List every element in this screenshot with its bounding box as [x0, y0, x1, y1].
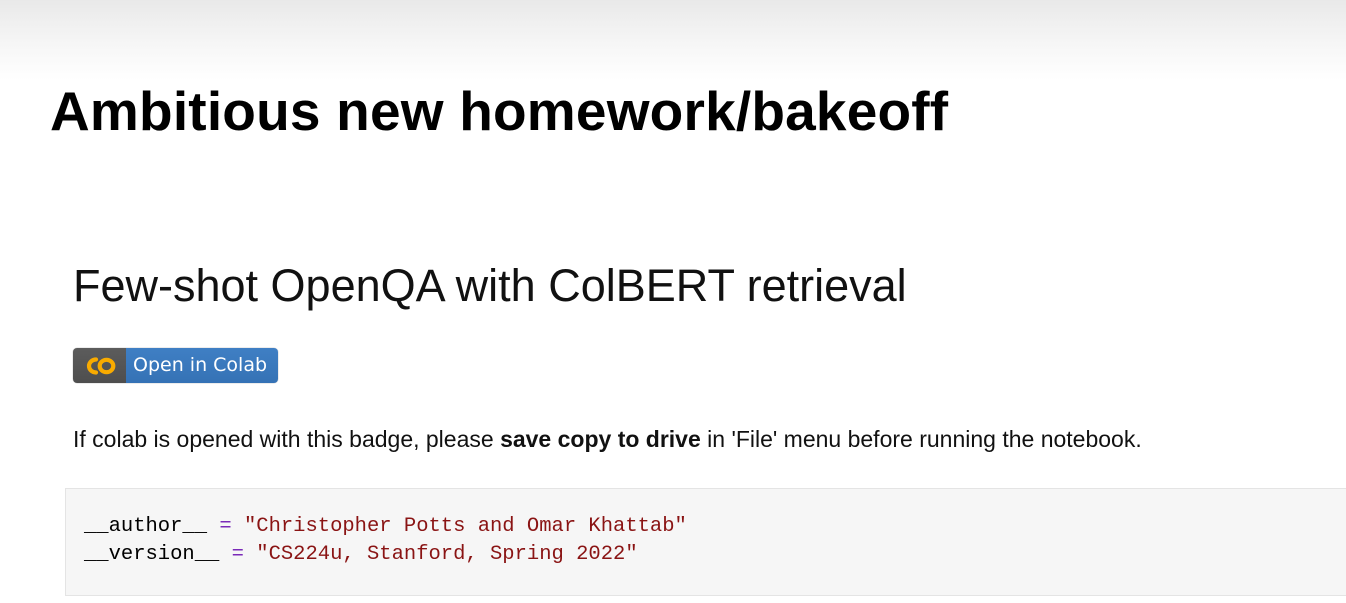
code-cell[interactable]: __author__ = "Christopher Potts and Omar… [65, 488, 1346, 596]
instructions-text-before: If colab is opened with this badge, plea… [73, 426, 501, 452]
code-op-author: = [219, 515, 232, 538]
top-gradient-band [0, 0, 1346, 80]
code-op-version: = [231, 543, 244, 566]
colab-instructions: If colab is opened with this badge, plea… [73, 424, 1142, 454]
code-var-version: __version__ [84, 543, 220, 566]
code-string-author: "Christopher Potts and Omar Khattab" [243, 515, 687, 538]
code-line-version: __version__ = "CS224u, Stanford, Spring … [84, 541, 638, 569]
open-in-colab-label: Open in Colab [126, 348, 279, 383]
code-string-version: "CS224u, Stanford, Spring 2022" [256, 543, 638, 566]
instructions-emphasis: save copy to drive [500, 426, 701, 452]
colab-logo-icon [73, 348, 126, 383]
colab-logo-svg [86, 356, 115, 375]
instructions-text-after: in 'File' menu before running the notebo… [700, 426, 1142, 452]
slide-title: Ambitious new homework/bakeoff [50, 80, 949, 142]
code-var-author: __author__ [84, 515, 208, 538]
notebook-heading: Few-shot OpenQA with ColBERT retrieval [73, 260, 907, 311]
code-line-author: __author__ = "Christopher Potts and Omar… [84, 513, 687, 541]
open-in-colab-badge[interactable]: Open in Colab [73, 348, 279, 383]
